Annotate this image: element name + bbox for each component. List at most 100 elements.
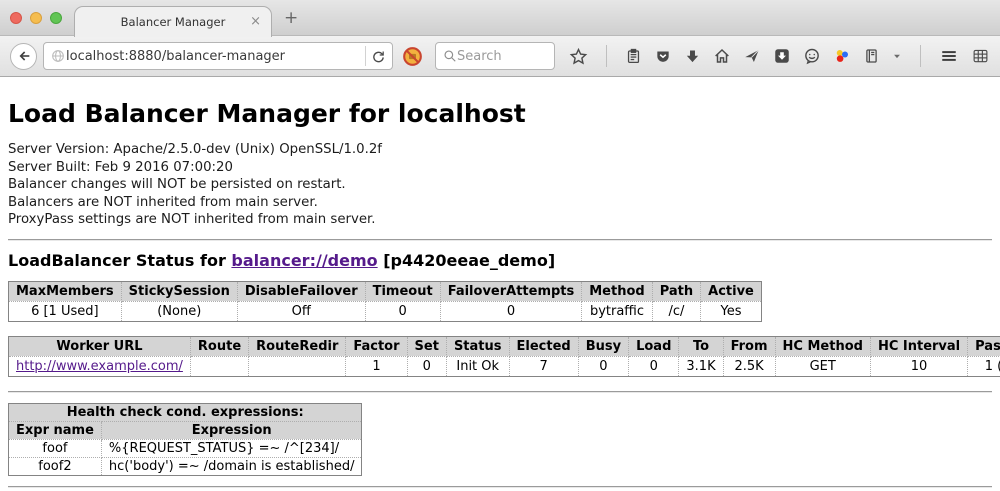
tab-title: Balancer Manager [121, 15, 226, 29]
notice-line: Balancer changes will NOT be persisted o… [8, 176, 992, 194]
home-icon[interactable] [713, 47, 731, 65]
table-cell: 2.5K [723, 356, 775, 376]
column-header: DisableFailover [237, 281, 365, 301]
table-cell: 3.1K [679, 356, 723, 376]
balancer-settings-table: MaxMembersStickySessionDisableFailoverTi… [8, 281, 762, 322]
table-cell: Off [237, 301, 365, 321]
column-header: Load [629, 336, 679, 356]
table-cell: Init Ok [446, 356, 509, 376]
table-cell [190, 356, 248, 376]
table-cell: 1 (0) [968, 356, 1000, 376]
reload-icon[interactable] [371, 49, 386, 64]
zoom-window-button[interactable] [50, 12, 62, 24]
server-info: Server Version: Apache/2.5.0-dev (Unix) … [8, 141, 992, 229]
table-header-row: MaxMembersStickySessionDisableFailoverTi… [9, 281, 762, 301]
minimize-window-button[interactable] [30, 12, 42, 24]
table-cell: http://www.example.com/ [9, 356, 191, 376]
table-cell: foof2 [9, 457, 102, 475]
tab-close-icon[interactable]: × [250, 14, 261, 29]
server-built-line: Server Built: Feb 9 2016 07:00:20 [8, 159, 992, 177]
page-content: Load Balancer Manager for localhost Serv… [0, 77, 1000, 490]
pocket-icon[interactable] [654, 48, 672, 65]
chat-smiley-icon[interactable] [803, 47, 821, 65]
menu-hamburger-icon[interactable] [939, 47, 959, 65]
column-header: StickySession [121, 281, 237, 301]
table-row: http://www.example.com/10Init Ok7003.1K2… [9, 356, 1000, 376]
color-dots-icon[interactable] [833, 47, 851, 65]
balancer-link[interactable]: balancer://demo [231, 251, 377, 270]
column-header: Expression [101, 421, 362, 439]
status-heading-suffix: [p4420eeae_demo] [378, 251, 556, 270]
table-cell: 0 [578, 356, 628, 376]
url-bar[interactable] [43, 42, 393, 70]
status-heading-prefix: LoadBalancer Status for [8, 251, 231, 270]
url-input[interactable] [66, 49, 360, 64]
toolbar-icons [569, 45, 990, 67]
table-header-row: Worker URLRouteRouteRedirFactorSetStatus… [9, 336, 1000, 356]
column-header: Method [582, 281, 652, 301]
table-header-row: Expr nameExpression [9, 421, 362, 439]
table-cell: Yes [701, 301, 762, 321]
browser-window: Balancer Manager × + [0, 0, 1000, 490]
balancer-status-heading: LoadBalancer Status for balancer://demo … [8, 251, 992, 270]
notice-line: Balancers are NOT inherited from main se… [8, 194, 992, 212]
table-row: 6 [1 Used](None)Off00bytraffic/c/Yes [9, 301, 762, 321]
plugin-blocked-icon[interactable] [402, 46, 423, 67]
column-header: Status [446, 336, 509, 356]
notebook-icon[interactable] [863, 47, 880, 65]
navigation-toolbar [0, 36, 1000, 77]
column-header: Busy [578, 336, 628, 356]
close-window-button[interactable] [10, 12, 22, 24]
globe-icon [50, 48, 66, 64]
table-cell: 7 [509, 356, 578, 376]
column-header: Passes [968, 336, 1000, 356]
health-check-table: Health check cond. expressions: Expr nam… [8, 403, 362, 476]
column-header: HC Method [775, 336, 870, 356]
table-cell: GET [775, 356, 870, 376]
download-box-icon[interactable] [773, 47, 791, 65]
column-header: FailoverAttempts [440, 281, 582, 301]
table-cell: 0 [365, 301, 440, 321]
table-cell: 10 [870, 356, 967, 376]
health-table-title: Health check cond. expressions: [9, 403, 362, 421]
column-header: From [723, 336, 775, 356]
column-header: HC Interval [870, 336, 967, 356]
table-cell: bytraffic [582, 301, 652, 321]
send-plane-icon[interactable] [743, 47, 761, 65]
table-cell: foof [9, 439, 102, 457]
notice-line: ProxyPass settings are NOT inherited fro… [8, 211, 992, 229]
search-input[interactable] [457, 49, 547, 64]
table-cell: /c/ [652, 301, 700, 321]
column-header: Path [652, 281, 700, 301]
bookmark-star-icon[interactable] [569, 47, 588, 66]
column-header: Worker URL [9, 336, 191, 356]
toolbar-divider [606, 45, 607, 67]
search-bar[interactable] [435, 42, 555, 70]
toolbar-divider [920, 45, 921, 67]
column-header: Elected [509, 336, 578, 356]
browser-tab[interactable]: Balancer Manager × [74, 6, 272, 37]
grid-icon[interactable] [971, 47, 990, 65]
column-header: Timeout [365, 281, 440, 301]
clipboard-icon[interactable] [625, 47, 642, 65]
column-header: Route [190, 336, 248, 356]
table-title-row: Health check cond. expressions: [9, 403, 362, 421]
server-version-line: Server Version: Apache/2.5.0-dev (Unix) … [8, 141, 992, 159]
column-header: Active [701, 281, 762, 301]
table-cell: 1 [346, 356, 407, 376]
column-header: To [679, 336, 723, 356]
column-header: MaxMembers [9, 281, 122, 301]
back-button[interactable] [10, 43, 37, 70]
downloads-icon[interactable] [684, 48, 701, 65]
worker-url-link[interactable]: http://www.example.com/ [16, 359, 183, 374]
column-header: RouteRedir [249, 336, 346, 356]
table-cell: (None) [121, 301, 237, 321]
dropdown-caret-icon[interactable] [892, 51, 902, 61]
urlbar-divider [365, 46, 366, 66]
new-tab-button[interactable]: + [284, 8, 298, 28]
table-cell: 0 [629, 356, 679, 376]
table-cell [249, 356, 346, 376]
table-cell: 0 [440, 301, 582, 321]
table-row: foof%{REQUEST_STATUS} =~ /^[234]/ [9, 439, 362, 457]
back-arrow-icon [16, 48, 32, 64]
